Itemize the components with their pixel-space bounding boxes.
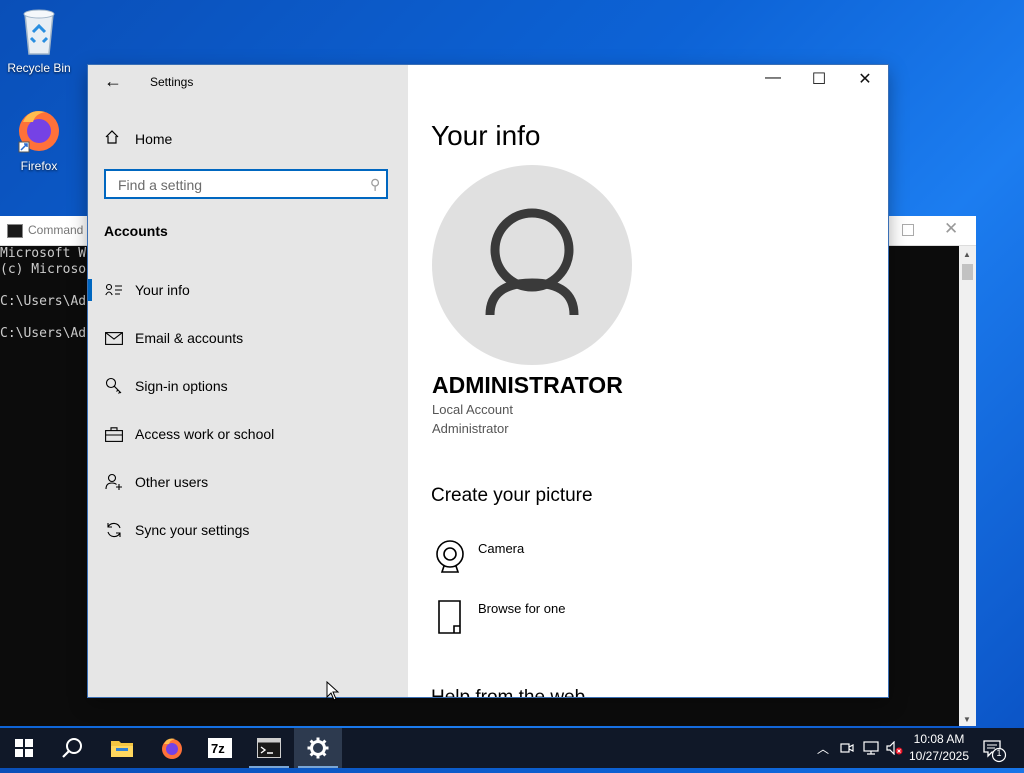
meet-now-icon[interactable]: [838, 728, 856, 768]
avatar: [432, 165, 632, 365]
sidebar-item-email-accounts[interactable]: Email & accounts: [88, 318, 408, 358]
camera-option[interactable]: Camera: [432, 539, 524, 575]
search-box[interactable]: ⚲: [104, 169, 388, 199]
search-icon: ⚲: [369, 176, 380, 192]
mouse-cursor-icon: [326, 681, 340, 701]
close-icon[interactable]: ✕: [944, 219, 958, 239]
home-label: Home: [135, 130, 173, 147]
7zip-icon: 7z: [208, 738, 232, 758]
home-nav-item[interactable]: Home: [104, 129, 172, 148]
back-arrow-icon[interactable]: ←: [104, 71, 122, 92]
clock-time: 10:08 AM: [913, 732, 965, 746]
command-prompt-icon: [7, 224, 23, 238]
section-title: Accounts: [104, 223, 168, 239]
sidebar-item-other-users[interactable]: Other users: [88, 462, 408, 502]
desktop-icon-firefox[interactable]: Firefox: [1, 106, 77, 173]
account-type: Local Account: [432, 402, 513, 417]
maximize-icon[interactable]: [902, 224, 914, 236]
show-hidden-icons-chevron-icon[interactable]: ︿: [814, 728, 832, 768]
clock-date: 10/27/2025: [908, 749, 970, 763]
recycle-bin-icon: [23, 9, 55, 55]
scrollbar-thumb[interactable]: [962, 264, 973, 280]
search-button[interactable]: [48, 728, 96, 768]
sidebar-item-access-work-school[interactable]: Access work or school: [88, 414, 408, 454]
sidebar-item-label: Sync your settings: [135, 522, 250, 538]
page-title: Your info: [431, 120, 541, 151]
sync-icon: [104, 521, 124, 539]
close-icon[interactable]: ✕: [842, 69, 888, 93]
sidebar-item-label: Access work or school: [135, 426, 275, 442]
command-prompt-title: Command: [28, 223, 84, 237]
add-user-icon: [104, 473, 124, 491]
settings-gear-icon: [307, 737, 329, 759]
minimize-icon[interactable]: —: [750, 69, 796, 93]
console-line: Microsoft W: [0, 246, 87, 261]
sidebar-item-sign-in-options[interactable]: Sign-in options: [88, 366, 408, 406]
settings-content: — ☐ ✕ Your info ADMINISTRATOR Local Acco…: [408, 65, 888, 697]
action-center-button[interactable]: 1: [980, 728, 1024, 768]
sidebar-item-label: Email & accounts: [135, 330, 244, 346]
settings-sidebar: ← Settings Home ⚲ Accounts Your info Ema…: [88, 65, 408, 697]
section-heading: Help from the web: [431, 687, 585, 697]
maximize-icon[interactable]: ☐: [796, 69, 842, 93]
sidebar-item-label: Sign-in options: [135, 378, 228, 394]
user-silhouette-icon: [485, 208, 579, 316]
account-role: Administrator: [432, 421, 509, 436]
command-prompt-icon: [257, 738, 281, 758]
scroll-up-icon[interactable]: ▲: [963, 250, 971, 259]
settings-window: ← Settings Home ⚲ Accounts Your info Ema…: [88, 65, 888, 697]
camera-icon: [432, 539, 468, 575]
taskbar: 7z ︿ 10:08 AM 10/27/2025 1: [0, 728, 1024, 768]
firefox-icon: [162, 738, 182, 759]
volume-muted-icon[interactable]: [885, 728, 905, 768]
system-clock[interactable]: 10:08 AM 10/27/2025: [904, 731, 974, 765]
scroll-down-icon[interactable]: ▼: [963, 715, 971, 724]
home-icon: [104, 129, 124, 148]
vertical-scrollbar[interactable]: ▲ ▼: [959, 246, 976, 726]
file-explorer-button[interactable]: [98, 728, 146, 768]
sidebar-item-label: Other users: [135, 474, 209, 490]
key-icon: [104, 377, 124, 395]
windows-logo-icon: [15, 739, 33, 757]
browse-label: Browse for one: [478, 601, 566, 616]
svg-text:7z: 7z: [211, 741, 225, 756]
command-prompt-taskbar-button[interactable]: [245, 728, 293, 768]
sidebar-item-label: Your info: [135, 282, 190, 298]
user-name: ADMINISTRATOR: [432, 372, 623, 398]
camera-label: Camera: [478, 541, 525, 556]
sidebar-item-your-info[interactable]: Your info: [88, 270, 408, 310]
desktop-icon-recycle-bin[interactable]: Recycle Bin: [1, 6, 77, 75]
create-picture-title: Create your picture: [431, 485, 593, 506]
browse-option[interactable]: Browse for one: [432, 599, 565, 635]
start-button[interactable]: [0, 728, 48, 768]
recycle-bin-label: Recycle Bin: [7, 61, 71, 75]
firefox-icon: [18, 111, 59, 153]
notification-count: 1: [996, 748, 1002, 758]
console-line: C:\Users\Ad: [0, 294, 87, 309]
mail-icon: [104, 331, 124, 345]
firefox-taskbar-button[interactable]: [148, 728, 196, 768]
sidebar-item-sync-settings[interactable]: Sync your settings: [88, 510, 408, 550]
search-icon: [62, 738, 82, 758]
briefcase-icon: [104, 426, 124, 442]
file-icon: [432, 599, 468, 635]
7zip-taskbar-button[interactable]: 7z: [196, 728, 244, 768]
app-title: Settings: [150, 75, 194, 89]
firefox-label: Firefox: [20, 159, 58, 173]
network-icon[interactable]: [861, 728, 881, 768]
console-line: C:\Users\Ad: [0, 326, 87, 341]
console-line: (c) Microso: [0, 262, 87, 277]
search-input[interactable]: [116, 176, 360, 194]
contact-card-icon: [104, 283, 124, 297]
command-prompt-output: Microsoft W (c) Microso C:\Users\Ad C:\U…: [0, 246, 86, 342]
file-explorer-icon: [111, 741, 133, 757]
settings-taskbar-button[interactable]: [294, 728, 342, 768]
